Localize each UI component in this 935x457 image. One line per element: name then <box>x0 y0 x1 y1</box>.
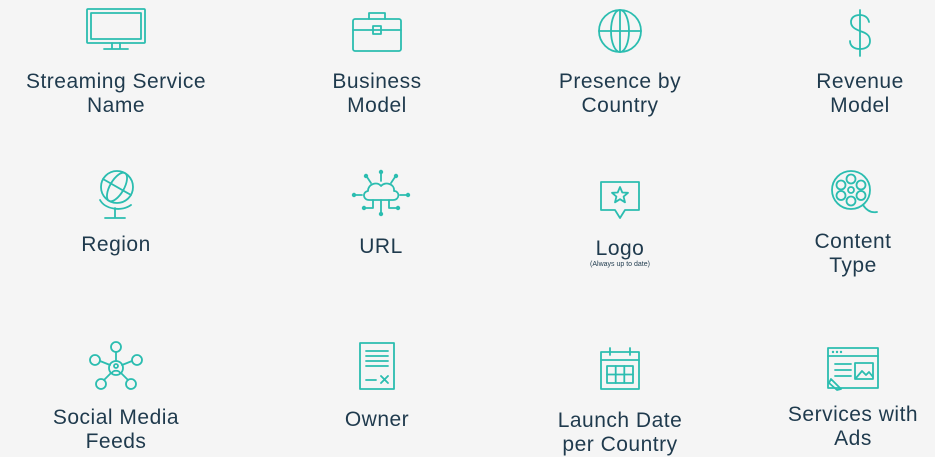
feature-label: Business Model <box>332 70 422 117</box>
calendar-icon <box>510 346 730 392</box>
feature-label: Owner <box>344 408 410 431</box>
feature-streaming-service-name: Streaming Service Name <box>6 6 226 118</box>
monitor-icon <box>6 6 226 52</box>
feature-url: URL <box>271 168 491 259</box>
document-icon <box>267 340 487 392</box>
feature-owner: Owner <box>267 340 487 432</box>
feature-services-with-ads: Services with Ads <box>743 345 935 451</box>
feature-label: URL <box>359 235 403 258</box>
feature-label: Launch Date per Country <box>557 409 683 456</box>
feature-label: Region <box>81 233 151 256</box>
feature-region: Region <box>6 165 226 257</box>
globe-icon <box>510 6 730 56</box>
dollar-icon <box>750 8 935 58</box>
feature-label: Streaming Service Name <box>25 70 207 117</box>
feature-launch-date-per-country: Launch Date per Country <box>510 346 730 457</box>
feature-social-media-feeds: Social Media Feeds <box>6 338 226 454</box>
feature-revenue-model: Revenue Model <box>750 8 935 118</box>
feature-content-type: Content Type <box>743 168 935 278</box>
briefcase-icon <box>267 8 487 54</box>
feature-presence-by-country: Presence by Country <box>510 6 730 118</box>
feature-label: Services with Ads <box>787 403 919 450</box>
feature-business-model: Business Model <box>267 8 487 118</box>
feature-label: Content Type <box>814 230 892 277</box>
feature-note: (Always up to date) <box>590 261 650 268</box>
browser-ads-icon <box>743 345 935 391</box>
star-badge-icon <box>510 178 730 222</box>
desk-globe-icon <box>6 165 226 221</box>
feature-label: Logo <box>595 237 645 260</box>
cloud-network-icon <box>271 168 491 220</box>
feature-label: Presence by Country <box>558 70 682 117</box>
feature-label: Social Media Feeds <box>52 406 180 453</box>
social-network-icon <box>6 338 226 394</box>
feature-logo: Logo (Always up to date) <box>510 178 730 269</box>
feature-label: Revenue Model <box>816 70 904 117</box>
film-reel-icon <box>743 168 935 216</box>
